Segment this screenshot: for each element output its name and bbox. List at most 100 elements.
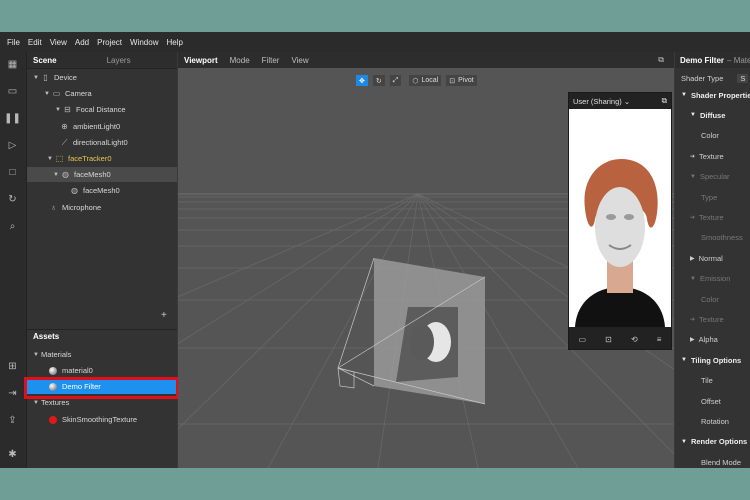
refresh-icon[interactable]: ↻ [6, 193, 19, 206]
bug-icon[interactable]: ✱ [6, 448, 19, 461]
expand-arrow-icon[interactable]: ▼ [44, 91, 52, 97]
property-row[interactable]: Rotation [675, 414, 750, 428]
tab-mode[interactable]: Mode [224, 56, 256, 65]
face-tracker-icon: ⬚ [55, 154, 64, 163]
expand-arrow-icon[interactable]: ▶ [690, 255, 695, 262]
record-video-icon[interactable]: ▭ [579, 335, 587, 344]
expand-arrow-icon[interactable]: ▼ [690, 174, 696, 180]
pivot-button[interactable]: ⊡ Pivot [445, 74, 478, 87]
property-row[interactable]: ➔ Texture [675, 210, 750, 224]
menu-window[interactable]: Window [130, 38, 158, 47]
screenshot-icon[interactable]: ⊡ [605, 335, 612, 344]
property-row[interactable]: ▼ Shader Propertie [675, 88, 750, 102]
asset-texture-skin-smoothing[interactable]: SkinSmoothingTexture [49, 412, 137, 427]
property-row[interactable]: ▶ Alpha [675, 333, 750, 347]
menu-file[interactable]: File [7, 38, 20, 47]
menu-project[interactable]: Project [97, 38, 122, 47]
rotate-tool-icon[interactable]: ↻ [371, 74, 386, 87]
expand-arrow-icon[interactable]: ▼ [690, 276, 696, 282]
tab-scene[interactable]: Scene [27, 56, 63, 65]
property-row[interactable]: ➔ Texture [675, 149, 750, 163]
tree-item-focal-distance[interactable]: ▼ ⊟ Focal Distance [55, 102, 126, 117]
tree-item-face-tracker[interactable]: ▼ ⬚ faceTracker0 [47, 151, 112, 166]
link-arrow-icon[interactable]: ➔ [690, 153, 695, 160]
assets-materials-folder[interactable]: ▼ Materials [33, 347, 71, 362]
property-row[interactable]: ▶ Normal [675, 251, 750, 265]
expand-arrow-icon[interactable]: ▼ [681, 92, 687, 98]
property-row[interactable]: Smoothness [675, 231, 750, 245]
upload-icon[interactable]: ⇪ [6, 414, 19, 427]
tree-item-camera[interactable]: ▼ ▭ Camera [44, 86, 92, 101]
expand-arrow-icon[interactable]: ▼ [690, 112, 696, 118]
property-row[interactable]: ▼ Specular [675, 170, 750, 184]
pause-icon[interactable]: ❚❚ [4, 112, 21, 125]
scale-tool-icon[interactable]: ⤢ [388, 74, 403, 87]
tree-item-microphone[interactable]: ♁ Microphone [49, 200, 102, 215]
play-icon[interactable]: ▷ [6, 139, 19, 152]
link-arrow-icon[interactable]: ➔ [690, 214, 695, 221]
property-label: Offset [701, 396, 721, 406]
tree-item-ambient-light[interactable]: ⊕ ambientLight0 [60, 119, 120, 134]
property-label: Tile [701, 376, 713, 386]
property-row[interactable]: ▼ Render Options [675, 435, 750, 449]
property-row[interactable]: Blend Mode [675, 455, 750, 468]
video-icon[interactable]: ▭ [6, 85, 19, 98]
property-row[interactable]: ▼ Diffuse [675, 108, 750, 122]
property-row[interactable]: Tile [675, 374, 750, 388]
popout-icon[interactable]: ⧉ [662, 96, 667, 106]
property-row[interactable]: ➔ Texture [675, 312, 750, 326]
rotate-device-icon[interactable]: ⟲ [631, 335, 638, 344]
tree-item-label: Microphone [62, 203, 102, 212]
property-label: Tiling Options [690, 355, 742, 365]
layout-icon[interactable]: ▦ [6, 58, 19, 71]
search-icon[interactable]: ⌕ [6, 220, 19, 233]
property-row[interactable]: Type [675, 190, 750, 204]
property-label: Type [701, 192, 718, 202]
move-tool-icon[interactable]: ✥ [355, 74, 369, 87]
expand-arrow-icon[interactable]: ▼ [47, 156, 55, 162]
tree-item-device[interactable]: ▼ ▯ Device [33, 70, 77, 85]
expand-arrow-icon[interactable]: ▼ [681, 357, 687, 363]
stop-icon[interactable]: □ [6, 166, 19, 179]
property-label: Blend Mode [701, 457, 742, 467]
popout-icon[interactable]: ⧉ [652, 55, 670, 65]
expand-arrow-icon[interactable]: ▼ [55, 107, 63, 113]
tab-viewport[interactable]: Viewport [178, 56, 224, 65]
menu-help[interactable]: Help [166, 38, 182, 47]
import-icon[interactable]: ⊞ [6, 360, 19, 373]
expand-arrow-icon[interactable]: ▶ [690, 336, 695, 343]
tab-layers[interactable]: Layers [101, 56, 137, 65]
menu-edit[interactable]: Edit [28, 38, 42, 47]
tree-item-directional-light[interactable]: ⟋ directionalLight0 [60, 135, 128, 150]
share-icon[interactable]: ⇥ [6, 387, 19, 400]
link-arrow-icon[interactable]: ➔ [690, 316, 695, 323]
preview-device-select[interactable]: User (Sharing) ⌄ [573, 97, 630, 106]
property-row[interactable]: Offset [675, 394, 750, 408]
shader-type-select[interactable]: S [737, 73, 749, 83]
tree-item-face-mesh[interactable]: ▼ ◍ faceMesh0 [27, 167, 177, 182]
local-space-button[interactable]: ⬡ Local [408, 74, 443, 87]
expand-arrow-icon[interactable]: ▼ [33, 352, 41, 358]
properties-subtitle: – Materi [727, 55, 750, 65]
tab-view[interactable]: View [285, 56, 314, 65]
tree-item-face-mesh-child[interactable]: ◍ faceMesh0 [70, 183, 120, 198]
add-object-button[interactable]: + [161, 310, 167, 321]
menu-icon[interactable]: ≡ [657, 335, 662, 344]
menu-view[interactable]: View [50, 38, 67, 47]
property-row[interactable]: ▼ Emission [675, 272, 750, 286]
menu-add[interactable]: Add [75, 38, 89, 47]
preview-image [569, 109, 671, 327]
expand-arrow-icon[interactable]: ▼ [53, 172, 61, 178]
property-row[interactable]: Color [675, 129, 750, 143]
preview-header: User (Sharing) ⌄ ⧉ [569, 93, 671, 109]
tab-filter[interactable]: Filter [256, 56, 286, 65]
folder-label: Textures [41, 398, 70, 407]
expand-arrow-icon[interactable]: ▼ [33, 75, 41, 81]
asset-material-0[interactable]: material0 [49, 363, 93, 378]
property-row[interactable]: ▼ Tiling Options [675, 353, 750, 367]
property-row[interactable]: Color [675, 292, 750, 306]
expand-arrow-icon[interactable]: ▼ [33, 400, 41, 406]
focal-distance-icon: ⊟ [64, 105, 71, 114]
texture-icon [49, 415, 57, 424]
expand-arrow-icon[interactable]: ▼ [681, 439, 687, 445]
